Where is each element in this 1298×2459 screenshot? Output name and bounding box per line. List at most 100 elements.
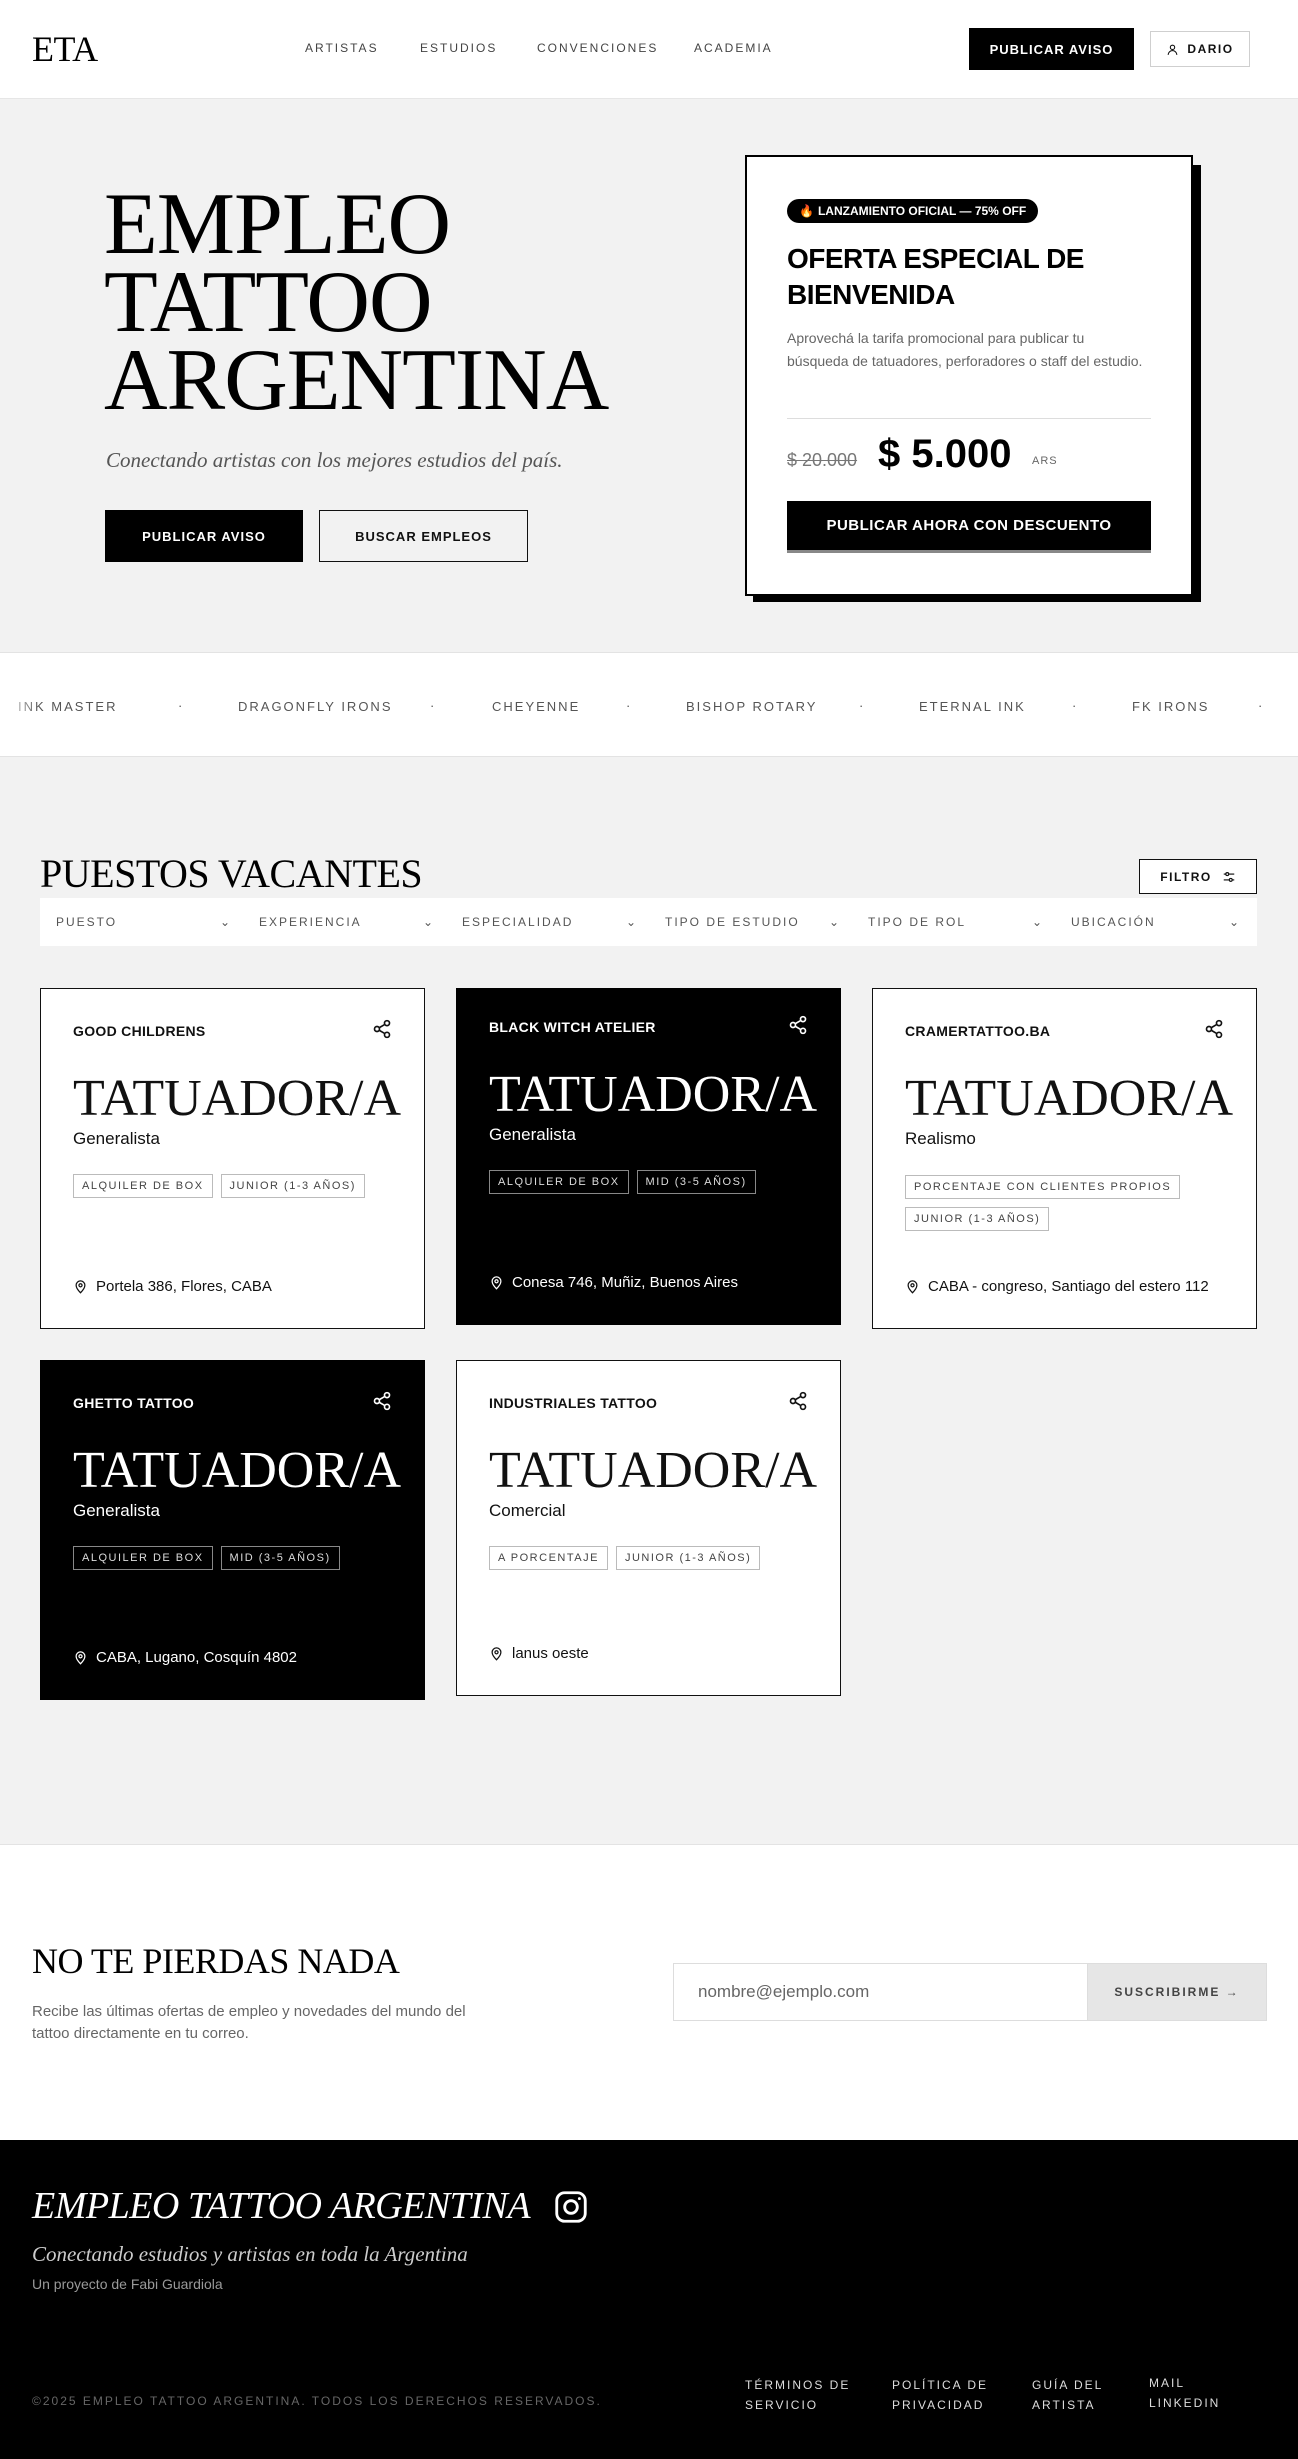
- job-location: Portela 386, Flores, CABA: [73, 1278, 272, 1295]
- filter-label: TIPO DE ESTUDIO: [665, 915, 800, 929]
- studio-name: GHETTO TATTOO: [73, 1395, 195, 1411]
- filter-button[interactable]: FILTRO: [1139, 859, 1257, 894]
- share-icon[interactable]: [788, 1015, 808, 1035]
- divider: [787, 418, 1151, 419]
- brand-item: BISHOP ROTARY: [686, 699, 818, 714]
- newsletter-description: Recibe las últimas ofertas de empleo y n…: [32, 2003, 466, 2042]
- footer-link-terms[interactable]: TÉRMINOS DE SERVICIO: [745, 2375, 855, 2415]
- tag: JUNIOR (1-3 AÑOS): [905, 1207, 1050, 1231]
- user-name: DARIO: [1187, 42, 1234, 56]
- job-card[interactable]: GHETTO TATTOO TATUADOR/A Generalista ALQ…: [40, 1360, 425, 1700]
- promo-badge-text: LANZAMIENTO OFICIAL — 75% OFF: [817, 204, 1027, 218]
- promo-title: OFERTA ESPECIAL DE BIENVENIDA: [787, 243, 1084, 310]
- filter-label: EXPERIENCIA: [259, 915, 362, 929]
- footer-link-mail-linkedin[interactable]: MAIL LINKEDIN: [1149, 2373, 1239, 2413]
- footer-link-artist-guide[interactable]: GUÍA DEL ARTISTA: [1032, 2375, 1142, 2415]
- filter-tipo-rol[interactable]: TIPO DE ROL ⌄: [868, 898, 1044, 946]
- tag-list: ALQUILER DE BOX MID (3-5 AÑOS): [489, 1170, 809, 1194]
- filter-label: ESPECIALIDAD: [462, 915, 574, 929]
- hero-title: EMPLEO TATTOO ARGENTINA: [104, 176, 609, 425]
- job-specialty: Generalista: [73, 1129, 160, 1148]
- footer-byline: Un proyecto de Fabi Guardiola: [32, 2276, 223, 2292]
- brand-marquee: INK MASTER · DRAGONFLY IRONS · CHEYENNE …: [0, 652, 1298, 757]
- filter-experiencia[interactable]: EXPERIENCIA ⌄: [259, 898, 435, 946]
- share-icon[interactable]: [1204, 1019, 1224, 1039]
- hero-publish-button[interactable]: PUBLICAR AVISO: [105, 510, 303, 562]
- newsletter-title: NO TE PIERDAS NADA: [32, 1941, 400, 1981]
- separator-dot: ·: [1258, 698, 1263, 713]
- job-location: lanus oeste: [489, 1645, 589, 1662]
- nav-link-artistas[interactable]: ARTISTAS: [305, 41, 379, 55]
- filter-ubicacion[interactable]: UBICACIÓN ⌄: [1071, 898, 1241, 946]
- tag: MID (3-5 AÑOS): [220, 1546, 340, 1570]
- nav-link-convenciones[interactable]: CONVENCIONES: [537, 41, 658, 55]
- email-input[interactable]: [673, 1963, 1088, 2021]
- user-icon: [1168, 44, 1178, 55]
- hero-subtitle: Conectando artistas con los mejores estu…: [106, 448, 563, 472]
- share-icon[interactable]: [788, 1391, 808, 1411]
- subscribe-button[interactable]: SUSCRIBIRME →: [1087, 1963, 1267, 2021]
- hero-title-line: EMPLEO: [104, 176, 451, 273]
- separator-dot: ·: [178, 698, 183, 713]
- location-text: lanus oeste: [512, 1645, 589, 1662]
- job-location: CABA - congreso, Santiago del estero 112: [905, 1278, 1209, 1295]
- promo-cta-button[interactable]: PUBLICAR AHORA CON DESCUENTO: [787, 501, 1151, 553]
- brand-item: CHEYENNE: [492, 699, 581, 714]
- new-price: $ 5.000: [878, 432, 1012, 476]
- tag: ALQUILER DE BOX: [73, 1174, 213, 1198]
- marquee-fade: [0, 653, 40, 756]
- nav-link-estudios[interactable]: ESTUDIOS: [420, 41, 497, 55]
- location-text: Portela 386, Flores, CABA: [96, 1278, 272, 1295]
- chevron-down-icon: ⌄: [422, 915, 435, 929]
- instagram-icon[interactable]: [552, 2188, 590, 2226]
- chevron-down-icon: ⌄: [1228, 915, 1241, 929]
- sliders-icon: [1223, 871, 1234, 882]
- job-card[interactable]: GOOD CHILDRENS TATUADOR/A Generalista AL…: [40, 988, 425, 1329]
- filter-label: PUESTO: [56, 915, 118, 929]
- promo-card: 🔥 LANZAMIENTO OFICIAL — 75% OFF OFERTA E…: [745, 155, 1193, 596]
- location-text: Conesa 746, Muñiz, Buenos Aires: [512, 1274, 738, 1291]
- old-price: $ 20.000: [787, 450, 858, 470]
- footer: EMPLEO TATTOO ARGENTINA Conectando estud…: [0, 2140, 1298, 2459]
- footer-link-privacy[interactable]: POLÍTICA DE PRIVACIDAD: [892, 2375, 1002, 2415]
- job-role: TATUADOR/A: [489, 1066, 818, 1123]
- filter-label: FILTRO: [1160, 869, 1212, 884]
- publish-ad-button[interactable]: PUBLICAR AVISO: [969, 28, 1134, 70]
- share-icon[interactable]: [372, 1019, 392, 1039]
- filter-label: UBICACIÓN: [1071, 915, 1156, 929]
- job-card[interactable]: INDUSTRIALES TATTOO TATUADOR/A Comercial…: [456, 1360, 841, 1696]
- user-menu-button[interactable]: DARIO: [1150, 31, 1250, 67]
- brand-item: DRAGONFLY IRONS: [238, 699, 393, 714]
- share-icon[interactable]: [372, 1391, 392, 1411]
- job-role: TATUADOR/A: [905, 1070, 1234, 1127]
- tag: JUNIOR (1-3 AÑOS): [615, 1546, 761, 1570]
- separator-dot: ·: [430, 698, 435, 713]
- studio-name: CRAMERTATTOO.BA: [905, 1023, 1051, 1039]
- job-role: TATUADOR/A: [73, 1070, 402, 1127]
- footer-title: EMPLEO TATTOO ARGENTINA: [32, 2185, 531, 2227]
- studio-name: BLACK WITCH ATELIER: [489, 1019, 656, 1035]
- map-pin-icon: [75, 1280, 86, 1294]
- tag-list: A PORCENTAJE JUNIOR (1-3 AÑOS): [489, 1546, 809, 1570]
- hero-title-line: TATTOO: [104, 254, 433, 351]
- chevron-down-icon: ⌄: [219, 915, 232, 929]
- hero-search-jobs-button[interactable]: BUSCAR EMPLEOS: [319, 510, 528, 562]
- job-location: Conesa 746, Muñiz, Buenos Aires: [489, 1274, 738, 1291]
- nav-link-academia[interactable]: ACADEMIA: [694, 41, 773, 55]
- map-pin-icon: [491, 1647, 502, 1661]
- newsletter-section: NO TE PIERDAS NADA Recibe las últimas of…: [0, 1844, 1298, 2140]
- location-text: CABA, Lugano, Cosquín 4802: [96, 1649, 297, 1666]
- chevron-down-icon: ⌄: [828, 915, 841, 929]
- job-card[interactable]: CRAMERTATTOO.BA TATUADOR/A Realismo PORC…: [872, 988, 1257, 1329]
- tag-list: ALQUILER DE BOX JUNIOR (1-3 AÑOS): [73, 1174, 393, 1198]
- chevron-down-icon: ⌄: [625, 915, 638, 929]
- filter-puesto[interactable]: PUESTO ⌄: [56, 898, 232, 946]
- filter-tipo-estudio[interactable]: TIPO DE ESTUDIO ⌄: [665, 898, 841, 946]
- job-location: CABA, Lugano, Cosquín 4802: [73, 1649, 297, 1666]
- filter-label: TIPO DE ROL: [868, 915, 967, 929]
- filter-especialidad[interactable]: ESPECIALIDAD ⌄: [462, 898, 638, 946]
- job-card[interactable]: BLACK WITCH ATELIER TATUADOR/A Generalis…: [456, 988, 841, 1325]
- studio-name: INDUSTRIALES TATTOO: [489, 1395, 658, 1411]
- brand-item: ETERNAL INK: [919, 699, 1026, 714]
- tag-list: ALQUILER DE BOX MID (3-5 AÑOS): [73, 1546, 393, 1570]
